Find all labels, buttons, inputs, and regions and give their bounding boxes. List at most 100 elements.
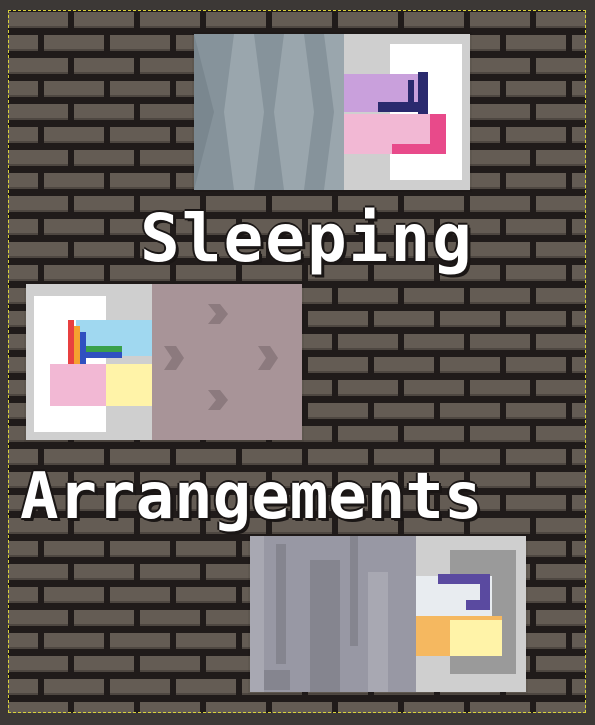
brick: [572, 679, 586, 695]
brick: [506, 449, 566, 465]
brick: [404, 702, 464, 713]
brick: [176, 541, 236, 557]
brick-shadow: [8, 210, 68, 212]
brick-shadow: [140, 670, 200, 672]
brick-shadow: [440, 693, 500, 695]
brick-shadow: [374, 325, 434, 327]
brick-shadow: [404, 26, 464, 28]
brick-shadow: [110, 555, 170, 557]
brick-shadow: [536, 624, 586, 626]
brick-shadow: [242, 279, 302, 281]
brick-shadow: [536, 440, 586, 442]
brick-shadow: [506, 279, 566, 281]
brick: [140, 702, 200, 713]
brick-shadow: [74, 624, 134, 626]
brick: [506, 127, 566, 143]
brick-shadow: [8, 624, 68, 626]
brick: [110, 173, 170, 189]
brick-shadow: [572, 647, 586, 649]
brick: [140, 564, 200, 580]
brick-shadow: [44, 279, 104, 281]
brick: [506, 81, 566, 97]
brick: [404, 426, 464, 442]
brick: [8, 633, 38, 649]
brick: [308, 357, 368, 373]
brick: [272, 12, 332, 28]
brick-shadow: [44, 141, 104, 143]
brick-shadow: [572, 463, 586, 465]
brick: [44, 633, 104, 649]
brick: [338, 334, 398, 350]
brick: [74, 196, 134, 212]
brick: [8, 35, 38, 51]
brick-shadow: [572, 279, 586, 281]
brick-shadow: [110, 693, 170, 695]
brick: [8, 127, 38, 143]
brick: [572, 449, 586, 465]
brick: [572, 81, 586, 97]
brick: [8, 81, 38, 97]
brick-shadow: [308, 279, 368, 281]
brick: [506, 265, 566, 281]
brick: [44, 173, 104, 189]
brick-shadow: [8, 141, 38, 143]
brick-shadow: [404, 394, 464, 396]
brick: [74, 58, 134, 74]
brick: [470, 242, 530, 258]
brick-shadow: [506, 95, 566, 97]
brick-shadow: [8, 187, 38, 189]
brick: [470, 426, 530, 442]
brick-shadow: [44, 601, 104, 603]
brick-shadow: [44, 647, 104, 649]
brick-shadow: [536, 532, 586, 534]
brick-shadow: [8, 693, 38, 695]
brick: [44, 81, 104, 97]
brick-shadow: [536, 72, 586, 74]
brick: [536, 58, 586, 74]
brick-shadow: [272, 26, 332, 28]
brick: [8, 541, 38, 557]
brick-shadow: [536, 670, 586, 672]
brick: [44, 35, 104, 51]
brick: [44, 587, 104, 603]
brick-shadow: [176, 601, 236, 603]
brick: [572, 127, 586, 143]
brick-shadow: [506, 417, 566, 419]
brick: [470, 58, 530, 74]
brick-shadow: [572, 509, 586, 511]
brick-shadow: [572, 371, 586, 373]
brick-shadow: [176, 279, 236, 281]
brick: [8, 265, 38, 281]
brick-shadow: [470, 72, 530, 74]
brick-shadow: [440, 371, 500, 373]
brick-shadow: [572, 95, 586, 97]
brick: [404, 380, 464, 396]
brick: [74, 242, 134, 258]
brick-shadow: [8, 95, 38, 97]
title-sleeping: Sleeping: [140, 200, 474, 277]
brick-shadow: [536, 256, 586, 258]
brick: [206, 12, 266, 28]
brick-shadow: [140, 578, 200, 580]
brick: [470, 702, 530, 713]
brick: [206, 702, 266, 713]
brick-shadow: [8, 555, 38, 557]
brick-shadow: [572, 555, 586, 557]
brick-shadow: [74, 118, 134, 120]
brick-shadow: [74, 256, 134, 258]
brick: [470, 196, 530, 212]
brick: [572, 587, 586, 603]
brick-shadow: [8, 118, 68, 120]
brick: [404, 334, 464, 350]
brick-shadow: [140, 624, 200, 626]
brick: [536, 702, 586, 713]
brick: [440, 357, 500, 373]
brick-shadow: [44, 49, 104, 51]
brick: [110, 679, 170, 695]
brick: [470, 150, 530, 166]
brick: [536, 610, 586, 626]
artwork-canvas: Sleeping Arrangements: [8, 10, 586, 713]
brick: [536, 656, 586, 672]
brick-shadow: [110, 141, 170, 143]
brick: [440, 311, 500, 327]
